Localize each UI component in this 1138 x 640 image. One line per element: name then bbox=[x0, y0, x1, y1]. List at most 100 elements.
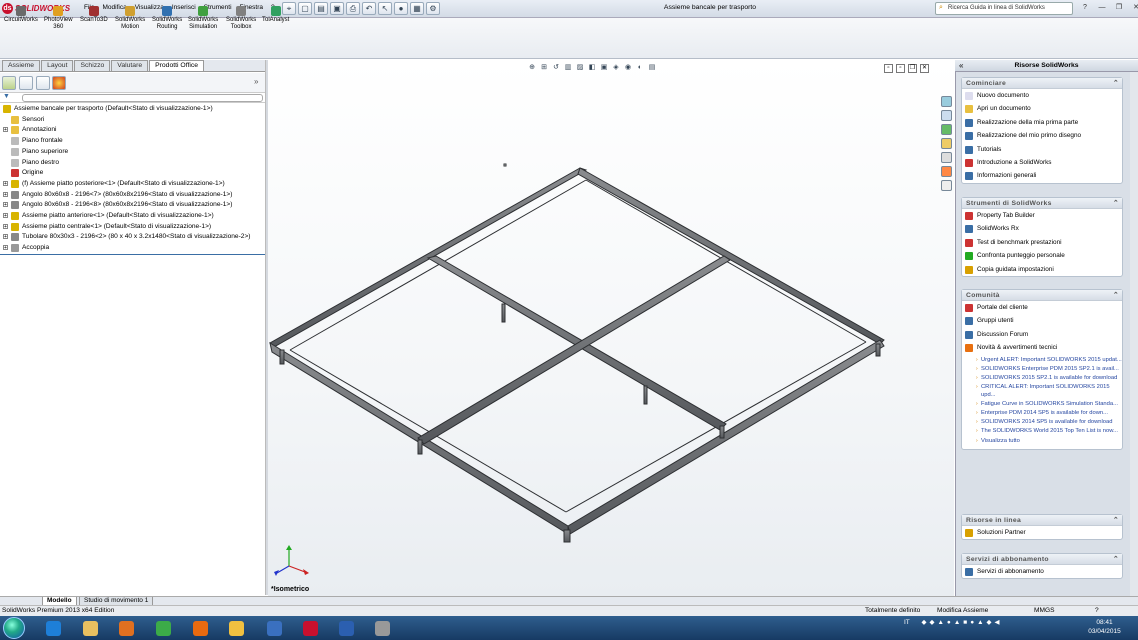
save-icon[interactable]: ▣ bbox=[330, 2, 344, 15]
expand-icon[interactable]: + bbox=[3, 191, 8, 197]
display-manager-tab-icon[interactable] bbox=[52, 76, 66, 90]
help-icon[interactable]: ? bbox=[1078, 2, 1092, 14]
resource-link[interactable]: Realizzazione del mio primo disegno bbox=[962, 129, 1122, 142]
tab-prodotti-office[interactable]: Prodotti Office bbox=[149, 60, 205, 71]
tray-icons[interactable]: ◆◆▲●▲■●▲◆◀ bbox=[921, 619, 1002, 626]
taskbar-app-file-explorer[interactable] bbox=[72, 618, 108, 638]
graphics-area[interactable] bbox=[268, 60, 954, 596]
zoom-to-fit-icon[interactable]: ⊕ bbox=[527, 63, 537, 73]
language-indicator[interactable]: IT bbox=[904, 619, 910, 626]
resource-link[interactable]: Soluzioni Partner bbox=[962, 526, 1122, 539]
appearances-tab-icon[interactable] bbox=[941, 166, 952, 177]
resource-link[interactable]: Confronta punteggio personale bbox=[962, 249, 1122, 262]
custom-properties-tab-icon[interactable] bbox=[941, 180, 952, 191]
taskbar-app-chrome[interactable] bbox=[145, 618, 181, 638]
clock[interactable]: 08:41 03/04/2015 bbox=[1082, 618, 1127, 636]
resource-link[interactable]: Introduzione a SolidWorks bbox=[962, 156, 1122, 169]
view-palette-tab-icon[interactable] bbox=[941, 152, 952, 163]
tab-assieme[interactable]: Assieme bbox=[2, 60, 41, 71]
expand-icon[interactable]: + bbox=[3, 223, 8, 229]
news-link[interactable]: › SOLIDWORKS 2014 SP5 is available for do… bbox=[962, 419, 1122, 427]
section-header[interactable]: Strumenti di SolidWorks ⌃ bbox=[962, 198, 1122, 209]
collapse-chevron-icon[interactable]: ⌃ bbox=[1113, 554, 1119, 565]
taskbar-app-thunderbird[interactable] bbox=[256, 618, 292, 638]
rebuild-icon[interactable]: ● bbox=[394, 2, 408, 15]
cmd-button-circuitworks[interactable]: CircuitWorks bbox=[4, 6, 38, 24]
cmd-button-solidworks-routing[interactable]: SolidWorks Routing bbox=[152, 6, 182, 31]
section-header[interactable]: Servizi di abbonamento ⌃ bbox=[962, 554, 1122, 565]
collapse-chevron-icon[interactable]: ⌃ bbox=[1113, 290, 1119, 301]
filter-input[interactable] bbox=[22, 94, 263, 102]
news-link[interactable]: › CRITICAL ALERT: Important SOLIDWORKS 20… bbox=[962, 384, 1122, 399]
task-pane-scrollbar[interactable] bbox=[1130, 72, 1138, 596]
configuration-manager-tab-icon[interactable] bbox=[36, 76, 50, 90]
resource-link[interactable]: Apri un documento bbox=[962, 102, 1122, 115]
news-link[interactable]: › Fatigue Curve in SOLIDWORKS Simulation … bbox=[962, 401, 1122, 409]
viewport-restore-icon[interactable]: ❐ bbox=[908, 64, 917, 73]
tab-valutare[interactable]: Valutare bbox=[111, 60, 149, 71]
viewport-close-icon[interactable]: ✕ bbox=[920, 64, 929, 73]
new-document-icon[interactable]: ▢ bbox=[298, 2, 312, 15]
minimize-icon[interactable]: — bbox=[1095, 2, 1109, 14]
start-button[interactable] bbox=[3, 617, 25, 639]
file-explorer-tab-icon[interactable] bbox=[941, 138, 952, 149]
expand-icon[interactable]: + bbox=[3, 180, 8, 186]
expand-icon[interactable]: + bbox=[3, 234, 8, 240]
resource-link[interactable]: Novità & avvertimenti tecnici bbox=[962, 341, 1122, 354]
close-icon[interactable]: ✕ bbox=[1129, 2, 1138, 14]
resource-link[interactable]: Tutorials bbox=[962, 143, 1122, 156]
expand-icon[interactable]: + bbox=[3, 245, 8, 251]
apply-scene-icon[interactable]: ◐ bbox=[635, 63, 645, 73]
display-style-icon[interactable]: ▣ bbox=[599, 63, 609, 73]
tab-schizzo[interactable]: Schizzo bbox=[74, 60, 111, 71]
resource-link[interactable]: Servizi di abbonamento bbox=[962, 565, 1122, 578]
resource-link[interactable]: Copia guidata impostazioni bbox=[962, 263, 1122, 276]
resource-link[interactable]: Property Tab Builder bbox=[962, 209, 1122, 222]
section-header[interactable]: Cominciare ⌃ bbox=[962, 78, 1122, 89]
zoom-to-area-icon[interactable]: ⊞ bbox=[539, 63, 549, 73]
taskbar-app-word[interactable] bbox=[328, 618, 364, 638]
home-tab-icon[interactable] bbox=[941, 110, 952, 121]
viewport-tile-icon[interactable]: ▫ bbox=[896, 64, 905, 73]
tab-layout[interactable]: Layout bbox=[41, 60, 74, 71]
cmd-button-tolanalyst[interactable]: TolAnalyst bbox=[262, 6, 289, 24]
resource-link[interactable]: Test di benchmark prestazioni bbox=[962, 236, 1122, 249]
resource-link[interactable]: Discussion Forum bbox=[962, 328, 1122, 341]
expand-panel-icon[interactable]: » bbox=[254, 77, 258, 86]
file-properties-icon[interactable]: ▦ bbox=[410, 2, 424, 15]
edit-appearance-icon[interactable]: ◉ bbox=[623, 63, 633, 73]
view-orientation-icon[interactable]: ◧ bbox=[587, 63, 597, 73]
cmd-button-solidworks-simulation[interactable]: SolidWorks Simulation bbox=[188, 6, 218, 31]
section-header[interactable]: Comunità ⌃ bbox=[962, 290, 1122, 301]
resources-tab-icon[interactable] bbox=[941, 96, 952, 107]
hide-show-items-icon[interactable]: ◈ bbox=[611, 63, 621, 73]
options-icon[interactable]: ⚙ bbox=[426, 2, 440, 15]
restore-icon[interactable]: ❐ bbox=[1112, 2, 1126, 14]
section-view-icon[interactable]: ▥ bbox=[563, 63, 573, 73]
collapse-pane-icon[interactable]: « bbox=[959, 60, 963, 72]
collapse-chevron-icon[interactable]: ⌃ bbox=[1113, 515, 1119, 526]
cmd-button-scanto3d[interactable]: ScanTo3D bbox=[80, 6, 108, 24]
undo-icon[interactable]: ↶ bbox=[362, 2, 376, 15]
open-icon[interactable]: ▤ bbox=[314, 2, 328, 15]
help-search-input[interactable]: ⌕ Ricerca Guida in linea di SolidWorks bbox=[935, 2, 1073, 15]
select-icon[interactable]: ↖ bbox=[378, 2, 392, 15]
resource-link[interactable]: Gruppi utenti bbox=[962, 314, 1122, 327]
view-settings-icon[interactable]: ▤ bbox=[647, 63, 657, 73]
resource-link[interactable]: Nuovo documento bbox=[962, 89, 1122, 102]
news-link[interactable]: › The SOLIDWORKS World 2015 Top Ten List … bbox=[962, 428, 1122, 436]
resource-link[interactable]: SolidWorks Rx bbox=[962, 222, 1122, 235]
taskbar-app-internet-explorer[interactable] bbox=[35, 618, 71, 638]
expand-icon[interactable]: + bbox=[3, 127, 8, 133]
collapse-chevron-icon[interactable]: ⌃ bbox=[1113, 198, 1119, 209]
units-selector[interactable]: MMGS bbox=[1034, 606, 1055, 616]
print-icon[interactable]: ⎙ bbox=[346, 2, 360, 15]
dynamic-annotation-icon[interactable]: ▨ bbox=[575, 63, 585, 73]
taskbar-app-tool[interactable] bbox=[364, 618, 400, 638]
expand-icon[interactable]: + bbox=[3, 202, 8, 208]
taskbar-app-media-player[interactable] bbox=[108, 618, 144, 638]
taskbar-app-firefox[interactable] bbox=[182, 618, 218, 638]
news-link[interactable]: › SOLIDWORKS 2015 SP2.1 is available for … bbox=[962, 375, 1122, 383]
feature-manager-tab-icon[interactable] bbox=[2, 76, 16, 90]
previous-view-icon[interactable]: ↺ bbox=[551, 63, 561, 73]
